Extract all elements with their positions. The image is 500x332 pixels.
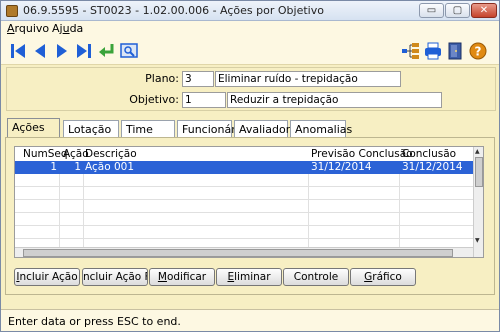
print-icon[interactable] xyxy=(423,41,443,61)
grid-lines xyxy=(15,174,473,257)
minimize-button[interactable]: ▭ xyxy=(419,3,444,18)
scroll-down-icon[interactable]: ▼ xyxy=(475,237,480,244)
grafico-label: ráfico xyxy=(372,271,402,283)
controle-button[interactable]: Controle xyxy=(283,268,349,286)
menu-arquivo-label: rquivo xyxy=(14,22,50,35)
last-record-icon[interactable] xyxy=(74,41,94,61)
next-record-icon[interactable] xyxy=(52,41,72,61)
toolbar: ? xyxy=(1,37,499,65)
tab-content-acoes: NumSeq Ação Descrição Previsão Conclusão… xyxy=(5,137,495,295)
modificar-button[interactable]: Modificar xyxy=(149,268,215,286)
eliminar-label: liminar xyxy=(234,271,271,283)
incluir-acao-button[interactable]: Incluir Ação xyxy=(14,268,80,286)
cell-acao: 1 xyxy=(74,161,81,173)
eliminar-button[interactable]: Eliminar xyxy=(216,268,282,286)
previous-record-icon[interactable] xyxy=(30,41,50,61)
incluir-acao-label: ncluir Ação xyxy=(19,271,78,283)
column-header-numseq[interactable]: NumSeq xyxy=(23,148,68,160)
tree-icon[interactable] xyxy=(401,41,421,61)
menu-ajuda-label-start: Aj xyxy=(52,22,63,35)
first-record-icon[interactable] xyxy=(8,41,28,61)
menu-ajuda-accelerator: u xyxy=(62,22,70,35)
plano-label: Plano: xyxy=(145,72,179,85)
maximize-button[interactable]: ▢ xyxy=(445,3,470,18)
tab-acoes[interactable]: Ações xyxy=(7,118,60,137)
objetivo-label: Objetivo: xyxy=(129,93,179,106)
grafico-button[interactable]: Gráfico xyxy=(350,268,416,286)
cell-descricao: Ação 001 xyxy=(85,161,135,173)
status-text: Enter data or press ESC to end. xyxy=(8,315,181,328)
horizontal-scroll-thumb[interactable] xyxy=(23,249,453,257)
horizontal-scrollbar[interactable] xyxy=(15,247,473,257)
help-icon[interactable]: ? xyxy=(468,41,488,61)
vertical-scrollbar[interactable]: ▲ ▼ xyxy=(473,147,483,257)
tab-anomalias[interactable]: Anomalias xyxy=(290,120,352,137)
modificar-label: odificar xyxy=(166,271,207,283)
column-header-descricao[interactable]: Descrição xyxy=(85,148,137,160)
menu-ajuda[interactable]: Ajuda xyxy=(52,22,83,35)
incluir-acao-filho-button[interactable]: ncluir Ação Filho xyxy=(82,268,148,286)
tab-avaliador[interactable]: Avaliador xyxy=(234,120,290,137)
modificar-accelerator: M xyxy=(157,271,167,283)
menu-bar: Arquivo Ajuda xyxy=(1,21,499,37)
menu-arquivo[interactable]: Arquivo xyxy=(7,22,49,35)
objetivo-code-field[interactable]: 1 xyxy=(182,92,226,108)
table-row[interactable]: 1 1 Ação 001 31/12/2014 31/12/2014 xyxy=(15,161,473,174)
svg-text:?: ? xyxy=(475,45,482,59)
menu-arquivo-accelerator: A xyxy=(7,22,15,35)
application-window: 06.9.5595 - ST0023 - 1.02.00.006 - Ações… xyxy=(0,0,500,332)
status-bar: Enter data or press ESC to end. xyxy=(1,309,499,331)
title-bar[interactable]: 06.9.5595 - ST0023 - 1.02.00.006 - Ações… xyxy=(1,1,499,21)
exit-door-icon[interactable] xyxy=(445,41,465,61)
objetivo-description-field[interactable]: Reduzir a trepidação xyxy=(227,92,442,108)
plano-code-field[interactable]: 3 xyxy=(182,71,214,87)
preview-icon[interactable] xyxy=(119,41,139,61)
vertical-scroll-thumb[interactable] xyxy=(475,157,483,187)
grid-header: NumSeq Ação Descrição Previsão Conclusão… xyxy=(15,147,473,161)
tab-lotacao[interactable]: Lotação xyxy=(63,120,119,137)
tab-time[interactable]: Time xyxy=(121,120,175,137)
tab-funcionario[interactable]: Funcionário xyxy=(177,120,246,137)
close-button[interactable]: ✕ xyxy=(471,3,497,18)
column-header-conclusao[interactable]: Conclusão xyxy=(402,148,456,160)
menu-ajuda-label-end: da xyxy=(69,22,84,35)
cell-previsao: 31/12/2014 xyxy=(311,161,372,173)
column-header-previsao[interactable]: Previsão Conclusão xyxy=(311,148,413,160)
window-title: 06.9.5595 - ST0023 - 1.02.00.006 - Ações… xyxy=(23,4,324,17)
app-icon xyxy=(6,5,18,17)
header-panel: Plano: 3 Eliminar ruído - trepidação Obj… xyxy=(6,67,496,111)
return-icon[interactable] xyxy=(97,41,117,61)
plano-description-field[interactable]: Eliminar ruído - trepidação xyxy=(215,71,401,87)
cell-conclusao: 31/12/2014 xyxy=(402,161,463,173)
actions-grid[interactable]: NumSeq Ação Descrição Previsão Conclusão… xyxy=(14,146,484,258)
cell-numseq: 1 xyxy=(50,161,57,173)
scroll-up-icon[interactable]: ▲ xyxy=(475,148,480,155)
